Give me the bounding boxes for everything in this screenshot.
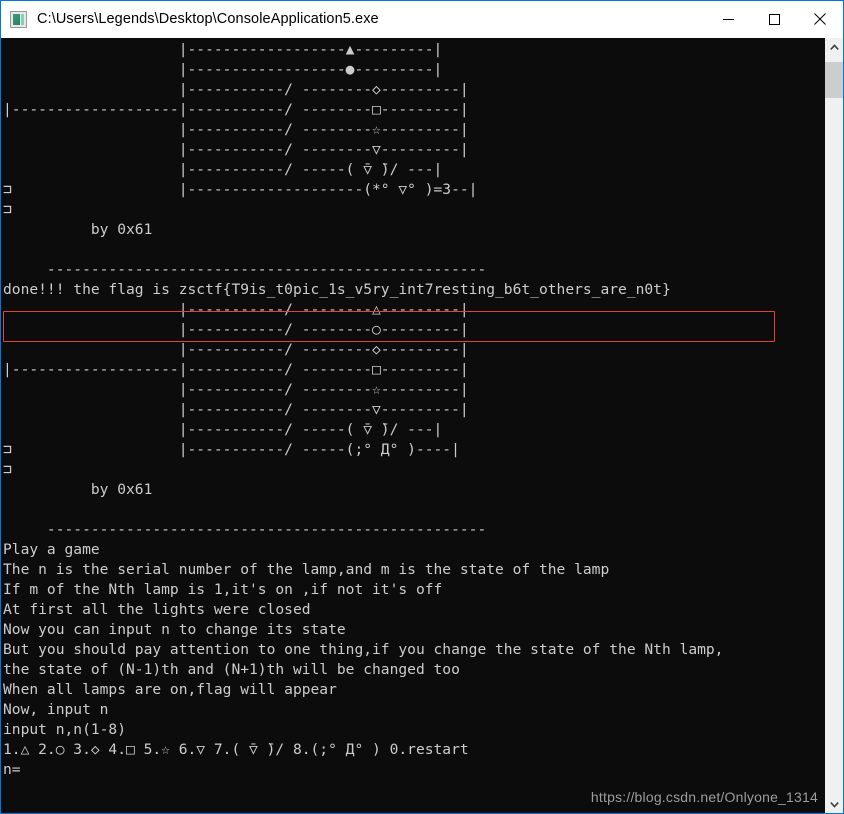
console-area: |------------------▲---------| |--------… [1,38,843,813]
vertical-scrollbar[interactable] [824,38,843,813]
window-controls [705,1,843,37]
console-text: |------------------▲---------| |--------… [3,41,724,778]
scroll-up-button[interactable] [825,38,843,56]
title-bar-left: C:\Users\Legends\Desktop\ConsoleApplicat… [1,10,705,28]
title-bar[interactable]: C:\Users\Legends\Desktop\ConsoleApplicat… [1,1,843,38]
console-window: C:\Users\Legends\Desktop\ConsoleApplicat… [0,0,844,814]
watermark-url: https://blog.csdn.net/Onlyone_1314 [590,789,818,805]
scrollbar-track[interactable] [825,56,843,795]
scroll-down-button[interactable] [825,795,843,813]
maximize-button[interactable] [751,1,797,37]
close-button[interactable] [797,1,843,37]
console-app-icon [10,10,27,28]
scrollbar-thumb[interactable] [825,62,843,98]
minimize-button[interactable] [705,1,751,37]
console-output[interactable]: |------------------▲---------| |--------… [1,38,824,813]
window-title: C:\Users\Legends\Desktop\ConsoleApplicat… [37,11,379,27]
